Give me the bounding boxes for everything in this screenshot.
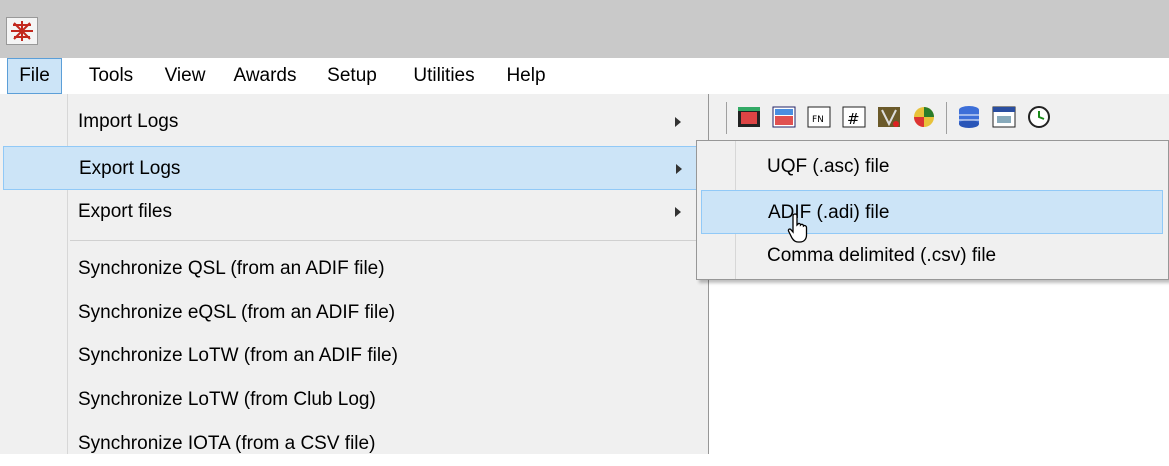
menu-view[interactable]: View: [160, 58, 210, 94]
antenna-icon[interactable]: [876, 104, 902, 130]
submenu-arrow-icon: [676, 164, 682, 174]
clock-icon[interactable]: [1026, 104, 1052, 130]
menu-item-label: Synchronize QSL (from an ADIF file): [78, 258, 385, 279]
menu-item-sync-lotw-clublog[interactable]: Synchronize LoTW (from Club Log): [3, 378, 703, 422]
menu-item-label: Synchronize IOTA (from a CSV file): [78, 433, 376, 454]
menu-item-label: Synchronize LoTW (from an ADIF file): [78, 345, 398, 366]
menu-item-label: Import Logs: [78, 111, 179, 132]
menu-item-label: Synchronize eQSL (from an ADIF file): [78, 302, 396, 323]
menu-setup[interactable]: Setup: [320, 58, 384, 94]
menu-item-sync-iota[interactable]: Synchronize IOTA (from a CSV file): [3, 422, 703, 466]
menu-help[interactable]: Help: [502, 58, 550, 94]
export-logs-submenu: UQF (.asc) file ADIF (.adi) file Comma d…: [696, 140, 1169, 280]
menu-item-export-logs[interactable]: Export Logs: [3, 146, 703, 190]
fn-icon[interactable]: FN: [806, 104, 832, 130]
menu-bar: File Tools View Awards Setup Utilities H…: [0, 58, 1169, 95]
menu-item-sync-qsl[interactable]: Synchronize QSL (from an ADIF file): [3, 247, 703, 291]
file-menu-dropdown: Import Logs Export Logs Export files Syn…: [0, 94, 709, 454]
menu-item-label: Synchronize LoTW (from Club Log): [78, 389, 376, 410]
globe-icon[interactable]: [911, 104, 937, 130]
window-icon[interactable]: [736, 104, 762, 130]
menu-item-sync-lotw-adif[interactable]: Synchronize LoTW (from an ADIF file): [3, 334, 703, 378]
database-icon[interactable]: [956, 104, 982, 130]
svg-text:#: #: [847, 110, 860, 128]
svg-text:FN: FN: [812, 115, 824, 125]
menu-item-import-logs[interactable]: Import Logs: [3, 100, 703, 144]
menu-separator: [70, 240, 700, 241]
menu-awards[interactable]: Awards: [227, 58, 303, 94]
menu-file[interactable]: File: [7, 58, 62, 94]
menu-item-label: Export files: [78, 201, 172, 222]
submenu-item-uqf[interactable]: UQF (.asc) file: [701, 145, 1163, 189]
menu-item-sync-eqsl[interactable]: Synchronize eQSL (from an ADIF file): [3, 291, 703, 335]
mouse-pointer-icon: [787, 213, 808, 243]
title-bar: [0, 0, 1169, 58]
app-logo-icon[interactable]: [6, 17, 38, 45]
toolbar-separator: [946, 102, 947, 134]
hash-icon[interactable]: #: [841, 104, 867, 130]
submenu-item-csv[interactable]: Comma delimited (.csv) file: [701, 234, 1163, 278]
menu-item-export-files[interactable]: Export files: [3, 190, 703, 234]
submenu-arrow-icon: [675, 207, 681, 217]
menu-utilities[interactable]: Utilities: [403, 58, 485, 94]
menu-tools[interactable]: Tools: [80, 58, 142, 94]
calendar-icon[interactable]: [991, 104, 1017, 130]
submenu-item-adif[interactable]: ADIF (.adi) file: [701, 190, 1163, 234]
toolbar-separator: [726, 102, 727, 134]
submenu-item-label: UQF (.asc) file: [767, 156, 890, 177]
toolbar: FN #: [708, 94, 1169, 140]
submenu-arrow-icon: [675, 117, 681, 127]
menu-item-label: Export Logs: [79, 158, 181, 179]
chart-icon[interactable]: [771, 104, 797, 130]
